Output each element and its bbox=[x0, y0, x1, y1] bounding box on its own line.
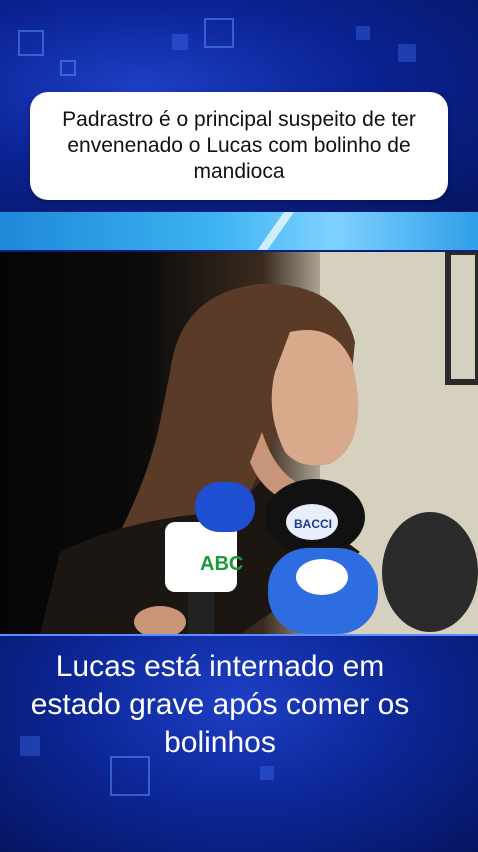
microphone-bacci: BACCI bbox=[265, 479, 365, 555]
decor-square bbox=[18, 30, 44, 56]
decor-square bbox=[398, 44, 416, 62]
face bbox=[271, 330, 359, 466]
decor-square bbox=[260, 766, 274, 780]
decor-square bbox=[60, 60, 76, 76]
mic-label: ABC bbox=[200, 553, 243, 575]
reporter-photo: ABC BACCI bbox=[40, 252, 478, 634]
stripe-slash bbox=[248, 212, 302, 250]
caption-text: Lucas está internado em estado grave apó… bbox=[30, 650, 410, 759]
decor-square bbox=[172, 34, 188, 50]
decor-square bbox=[110, 756, 150, 796]
headline-text: Padrastro é o principal suspeito de ter … bbox=[62, 108, 416, 183]
mic-label: BACCI bbox=[294, 517, 332, 531]
news-photo: ABC BACCI bbox=[0, 252, 478, 634]
decor-square bbox=[356, 26, 370, 40]
microphone-blue bbox=[268, 548, 378, 634]
headline-box: Padrastro é o principal suspeito de ter … bbox=[30, 92, 448, 200]
decor-square bbox=[204, 18, 234, 48]
shadow bbox=[382, 512, 478, 632]
bottom-banner: Lucas está internado em estado grave apó… bbox=[0, 634, 478, 852]
blue-stripe bbox=[0, 212, 478, 250]
